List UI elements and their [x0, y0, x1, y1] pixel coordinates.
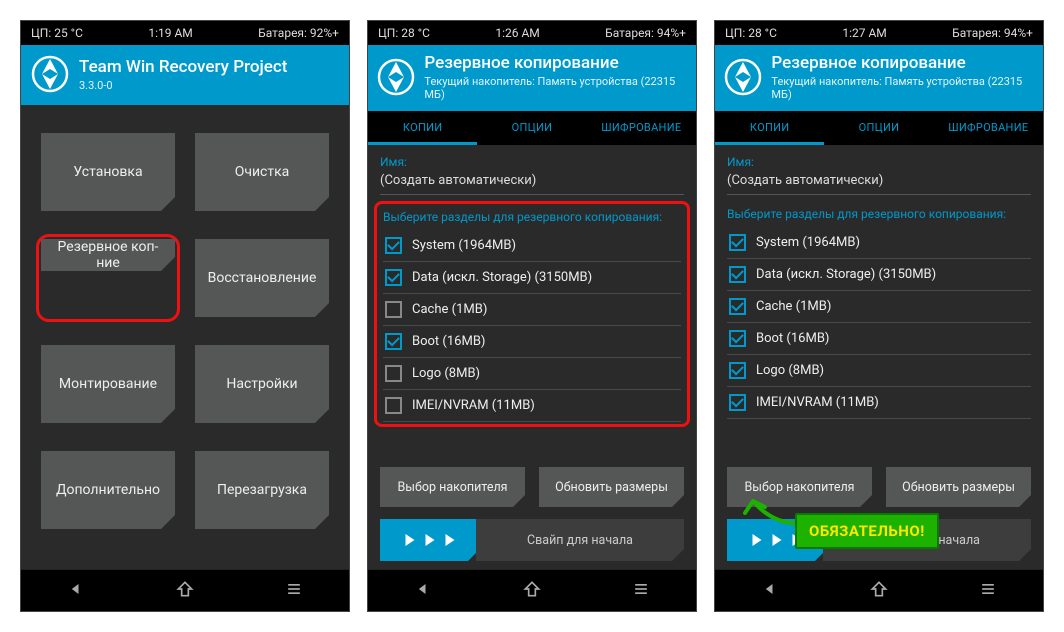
battery: Батарея: 94%+	[605, 26, 686, 40]
partition-cache[interactable]: Cache (1MB)	[727, 291, 1031, 323]
twrp-logo-icon	[723, 56, 763, 98]
partition-imei[interactable]: IMEI/NVRAM (11MB)	[383, 390, 681, 422]
tabs: КОПИИ ОПЦИИ ШИФРОВАНИЕ	[715, 111, 1043, 145]
partition-data[interactable]: Data (искл. Storage) (3150MB)	[727, 259, 1031, 291]
checkbox-icon[interactable]	[385, 333, 402, 350]
cpu-temp: ЦП: 28 °C	[378, 26, 430, 40]
menu-icon[interactable]	[978, 579, 998, 603]
name-field[interactable]: (Создать автоматически)	[727, 171, 1031, 195]
battery: Батарея: 92%+	[258, 26, 339, 40]
menu-icon[interactable]	[284, 579, 304, 603]
page-title: Резервное копирование	[771, 53, 1035, 73]
checkbox-icon[interactable]	[729, 362, 746, 379]
twrp-logo-icon	[29, 53, 71, 95]
section-label: Выберите разделы для резервного копирова…	[727, 207, 1031, 221]
home-icon[interactable]	[522, 579, 542, 603]
partition-system[interactable]: System (1964MB)	[383, 230, 681, 262]
navbar	[715, 569, 1043, 611]
swipe-slider[interactable]: Свайп для начала	[380, 519, 684, 561]
restore-button[interactable]: Восстановление	[195, 239, 329, 317]
checkbox-icon[interactable]	[385, 365, 402, 382]
tab-encryption[interactable]: ШИФРОВАНИЕ	[587, 111, 696, 145]
backup-content: Имя: (Создать автоматически) Выберите ра…	[368, 145, 696, 569]
checkbox-icon[interactable]	[729, 234, 746, 251]
navbar	[368, 569, 696, 611]
partitions-highlight: Выберите разделы для резервного копирова…	[374, 201, 690, 427]
tab-options[interactable]: ОПЦИИ	[824, 111, 933, 145]
swipe-thumb[interactable]	[380, 519, 480, 561]
partition-logo[interactable]: Logo (8MB)	[727, 355, 1031, 387]
refresh-sizes-button[interactable]: Обновить размеры	[886, 467, 1031, 507]
clock: 1:19 AM	[148, 26, 192, 40]
statusbar: ЦП: 28 °C 1:27 AM Батарея: 94%+	[715, 21, 1043, 45]
partition-logo[interactable]: Logo (8MB)	[383, 358, 681, 390]
checkbox-icon[interactable]	[729, 266, 746, 283]
backup-header: Резервное копирование Текущий накопитель…	[368, 45, 696, 111]
checkbox-icon[interactable]	[385, 269, 402, 286]
checkbox-icon[interactable]	[729, 330, 746, 347]
partition-imei[interactable]: IMEI/NVRAM (11MB)	[727, 387, 1031, 419]
tab-options[interactable]: ОПЦИИ	[477, 111, 586, 145]
name-label: Имя:	[727, 155, 1031, 169]
refresh-sizes-button[interactable]: Обновить размеры	[539, 467, 684, 507]
cpu-temp: ЦП: 25 °C	[31, 26, 83, 40]
app-version: 3.3.0-0	[79, 79, 287, 92]
callout-mandatory: ОБЯЗАТЕЛЬНО!	[795, 513, 939, 549]
twrp-header: Team Win Recovery Project 3.3.0-0	[21, 45, 349, 105]
tab-copies[interactable]: КОПИИ	[715, 111, 824, 145]
settings-button[interactable]: Настройки	[195, 345, 329, 423]
storage-info: Текущий накопитель: Память устройства (2…	[424, 75, 688, 101]
backup-header: Резервное копирование Текущий накопитель…	[715, 45, 1043, 111]
partitions-list: System (1964MB) Data (искл. Storage) (31…	[383, 230, 681, 422]
clock: 1:27 AM	[842, 26, 886, 40]
name-field[interactable]: (Создать автоматически)	[380, 171, 684, 195]
statusbar: ЦП: 28 °C 1:26 AM Батарея: 94%+	[368, 21, 696, 45]
cpu-temp: ЦП: 28 °C	[725, 26, 777, 40]
home-icon[interactable]	[175, 579, 195, 603]
twrp-logo-icon	[376, 56, 416, 98]
wipe-button[interactable]: Очистка	[195, 133, 329, 211]
backup-content: Имя: (Создать автоматически) Выберите ра…	[715, 145, 1043, 569]
tab-encryption[interactable]: ШИФРОВАНИЕ	[934, 111, 1043, 145]
backup-button[interactable]: Резервное коп-ние	[41, 239, 175, 271]
tabs: КОПИИ ОПЦИИ ШИФРОВАНИЕ	[368, 111, 696, 145]
storage-info: Текущий накопитель: Память устройства (2…	[771, 75, 1035, 101]
checkbox-icon[interactable]	[385, 237, 402, 254]
page-title: Резервное копирование	[424, 53, 688, 73]
checkbox-icon[interactable]	[385, 301, 402, 318]
menu-icon[interactable]	[631, 579, 651, 603]
name-label: Имя:	[380, 155, 684, 169]
partition-boot[interactable]: Boot (16MB)	[383, 326, 681, 358]
mount-button[interactable]: Монтирование	[41, 345, 175, 423]
tab-copies[interactable]: КОПИИ	[368, 111, 477, 145]
checkbox-icon[interactable]	[729, 298, 746, 315]
screen-backup-select: ЦП: 28 °C 1:26 AM Батарея: 94%+ Резервно…	[367, 20, 697, 612]
select-storage-button[interactable]: Выбор накопителя	[380, 467, 525, 507]
navbar	[21, 569, 349, 611]
app-title: Team Win Recovery Project	[79, 57, 287, 77]
screen-backup-all-checked: ЦП: 28 °C 1:27 AM Батарея: 94%+ Резервно…	[714, 20, 1044, 612]
partitions-list: System (1964MB) Data (искл. Storage) (31…	[727, 227, 1031, 419]
partition-boot[interactable]: Boot (16MB)	[727, 323, 1031, 355]
battery: Батарея: 94%+	[952, 26, 1033, 40]
screen-main-menu: ЦП: 25 °C 1:19 AM Батарея: 92%+ Team Win…	[20, 20, 350, 612]
checkbox-icon[interactable]	[385, 397, 402, 414]
checkbox-icon[interactable]	[729, 394, 746, 411]
swipe-label: Свайп для начала	[476, 519, 684, 561]
reboot-button[interactable]: Перезагрузка	[195, 451, 329, 529]
statusbar: ЦП: 25 °C 1:19 AM Батарея: 92%+	[21, 21, 349, 45]
back-icon[interactable]	[760, 579, 780, 603]
home-icon[interactable]	[869, 579, 889, 603]
select-storage-button[interactable]: Выбор накопителя	[727, 467, 872, 507]
install-button[interactable]: Установка	[41, 133, 175, 211]
section-label: Выберите разделы для резервного копирова…	[383, 210, 681, 224]
main-menu-grid: Установка Очистка Резервное коп-ние Восс…	[21, 105, 349, 569]
advanced-button[interactable]: Дополнительно	[41, 451, 175, 529]
partition-data[interactable]: Data (искл. Storage) (3150MB)	[383, 262, 681, 294]
clock: 1:26 AM	[495, 26, 539, 40]
partition-system[interactable]: System (1964MB)	[727, 227, 1031, 259]
back-icon[interactable]	[66, 579, 86, 603]
partition-cache[interactable]: Cache (1MB)	[383, 294, 681, 326]
back-icon[interactable]	[413, 579, 433, 603]
